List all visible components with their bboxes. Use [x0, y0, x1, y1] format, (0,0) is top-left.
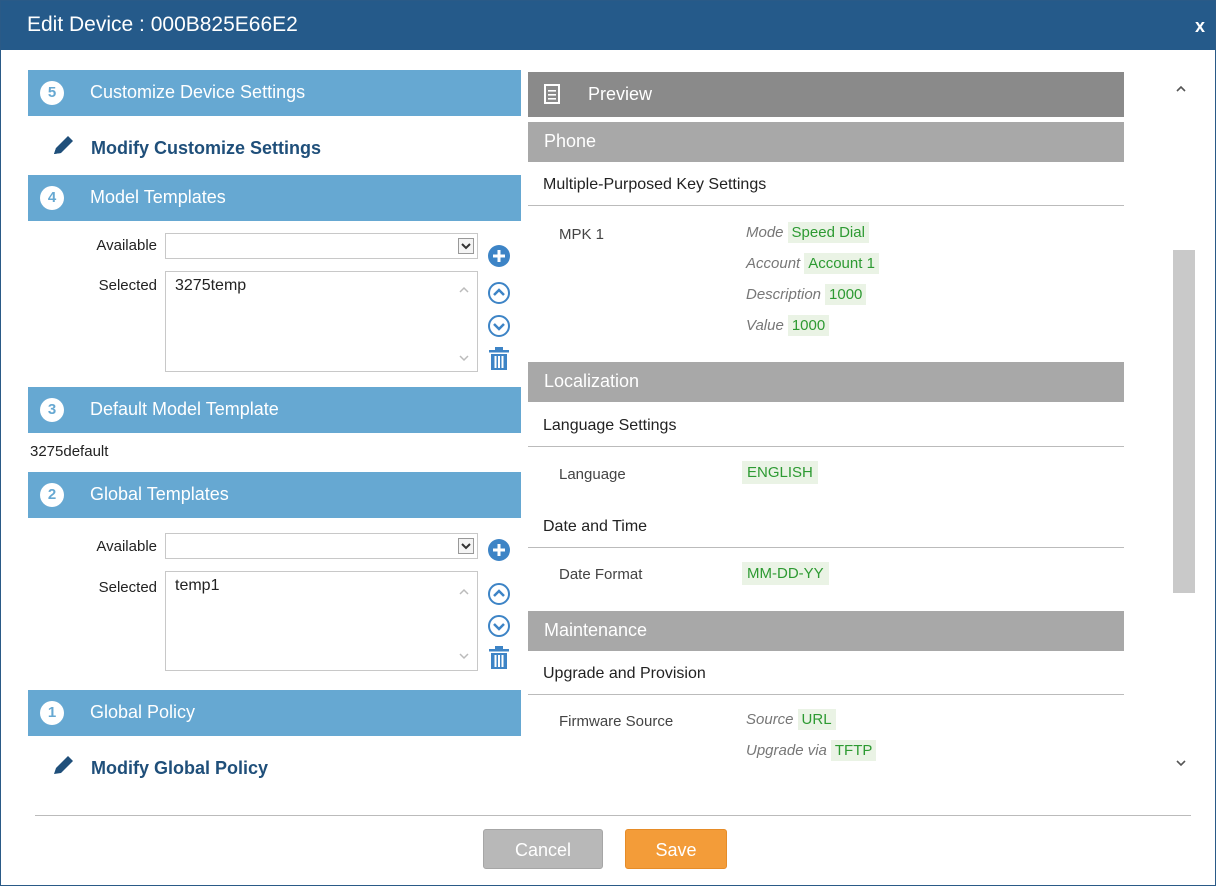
subsection-date-and-time: Date and Time: [528, 507, 1124, 548]
field-value: 1000: [787, 315, 830, 336]
footer-divider: [35, 815, 1191, 816]
field-key: Value: [746, 317, 784, 334]
mpk-description-row: Description 1000: [746, 284, 867, 305]
model-selected-list[interactable]: 3275temp: [165, 271, 478, 372]
section-customize-device-settings: 5 Customize Device Settings: [28, 70, 521, 116]
save-button[interactable]: Save: [625, 829, 727, 869]
field-value: 1000: [825, 284, 867, 305]
field-value: URL: [797, 709, 836, 730]
move-up-icon[interactable]: [487, 281, 511, 305]
date-format-value: MM-DD-YY: [742, 562, 829, 585]
field-value: Account 1: [804, 253, 879, 274]
list-item[interactable]: temp1: [175, 577, 219, 595]
document-icon: [544, 84, 560, 104]
section-label: Default Model Template: [90, 399, 279, 419]
section-number: 1: [40, 701, 64, 725]
section-label: Customize Device Settings: [90, 82, 306, 102]
modify-customize-settings-link[interactable]: Modify Customize Settings: [51, 135, 321, 162]
category-label: Phone: [544, 131, 597, 151]
edit-device-dialog: Edit Device : 000B825E66E2 x 5 Customize…: [0, 0, 1216, 886]
chevron-down-icon[interactable]: [1175, 755, 1187, 771]
subsection-label: Language Settings: [543, 417, 677, 434]
add-global-template-icon[interactable]: [487, 538, 511, 562]
mpk-mode-row: Mode Speed Dial: [746, 222, 869, 243]
preview-header: Preview: [528, 72, 1124, 117]
global-available-label: Available: [96, 538, 157, 555]
section-number: 2: [40, 483, 64, 507]
global-available-select[interactable]: [165, 533, 478, 559]
move-down-icon[interactable]: [487, 614, 511, 638]
category-label: Localization: [544, 371, 640, 391]
dialog-title-bar: Edit Device : 000B825E66E2 x: [1, 1, 1215, 50]
language-label: Language: [559, 466, 626, 483]
subsection-upgrade-and-provision: Upgrade and Provision: [528, 654, 1124, 695]
trash-icon[interactable]: [487, 646, 511, 670]
section-label: Global Templates: [90, 484, 229, 504]
mpk-label: MPK 1: [559, 226, 605, 243]
section-number: 5: [40, 81, 64, 105]
mpk-value-row: Value 1000: [746, 315, 830, 336]
model-selected-label: Selected: [98, 277, 157, 294]
move-down-icon[interactable]: [487, 314, 511, 338]
date-format-label: Date Format: [559, 566, 643, 583]
field-key: Source: [746, 711, 794, 728]
section-label: Model Templates: [90, 187, 226, 207]
chevron-down-icon: [458, 538, 474, 554]
add-model-template-icon[interactable]: [487, 244, 511, 268]
category-localization: Localization: [528, 362, 1124, 402]
model-available-select[interactable]: [165, 233, 478, 259]
subsection-language-settings: Language Settings: [528, 406, 1124, 447]
pencil-icon: [51, 755, 77, 782]
section-number: 4: [40, 186, 64, 210]
category-maintenance: Maintenance: [528, 611, 1124, 651]
field-value: TFTP: [830, 740, 877, 761]
close-button[interactable]: x: [1195, 16, 1205, 37]
chevron-down-icon[interactable]: [459, 350, 469, 362]
cancel-button[interactable]: Cancel: [483, 829, 603, 869]
modify-customize-settings-label: Modify Customize Settings: [91, 138, 322, 158]
subsection-label: Upgrade and Provision: [543, 665, 706, 682]
default-model-template-value: 3275default: [30, 443, 109, 460]
firmware-source-row: Source URL: [746, 709, 836, 730]
field-key: Upgrade via: [746, 742, 827, 759]
modify-global-policy-label: Modify Global Policy: [91, 758, 269, 778]
chevron-up-icon[interactable]: [1175, 81, 1187, 97]
category-phone: Phone: [528, 122, 1124, 162]
subsection-label: Date and Time: [543, 518, 648, 535]
subsection-label: Multiple-Purposed Key Settings: [543, 176, 767, 193]
move-up-icon[interactable]: [487, 582, 511, 606]
section-global-templates: 2 Global Templates: [28, 472, 521, 518]
section-default-model-template: 3 Default Model Template: [28, 387, 521, 433]
preview-title: Preview: [588, 84, 653, 104]
field-value: Speed Dial: [787, 222, 869, 243]
subsection-mpk-settings: Multiple-Purposed Key Settings: [528, 165, 1124, 206]
language-value: ENGLISH: [742, 461, 818, 484]
chevron-down-icon[interactable]: [459, 648, 469, 660]
pencil-icon: [51, 135, 77, 162]
field-key: Mode: [746, 224, 784, 241]
firmware-source-label: Firmware Source: [559, 713, 674, 730]
section-global-policy: 1 Global Policy: [28, 690, 521, 736]
upgrade-via-row: Upgrade via TFTP: [746, 740, 877, 761]
global-selected-label: Selected: [98, 579, 157, 596]
scrollbar-thumb[interactable]: [1173, 250, 1195, 593]
mpk-account-row: Account Account 1: [746, 253, 879, 274]
field-key: Account: [746, 255, 801, 272]
dialog-title: Edit Device : 000B825E66E2: [27, 13, 298, 36]
global-selected-list[interactable]: temp1: [165, 571, 478, 671]
modify-global-policy-link[interactable]: Modify Global Policy: [51, 755, 268, 782]
section-model-templates: 4 Model Templates: [28, 175, 521, 221]
list-item[interactable]: 3275temp: [175, 277, 246, 295]
field-key: Description: [746, 286, 822, 303]
chevron-up-icon[interactable]: [459, 584, 469, 595]
model-available-label: Available: [96, 237, 157, 254]
chevron-down-icon: [458, 238, 474, 254]
section-label: Global Policy: [90, 702, 196, 722]
section-number: 3: [40, 398, 64, 422]
trash-icon[interactable]: [487, 347, 511, 371]
category-label: Maintenance: [544, 620, 648, 640]
chevron-up-icon[interactable]: [459, 282, 469, 293]
